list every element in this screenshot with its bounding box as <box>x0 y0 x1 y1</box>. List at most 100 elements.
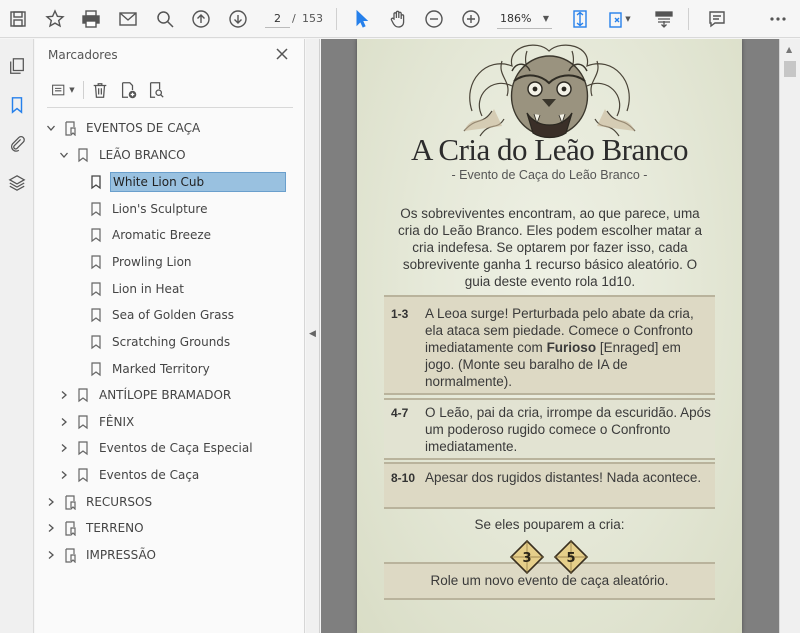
star-icon[interactable] <box>43 7 67 31</box>
bookmark-icon <box>76 414 90 430</box>
hand-tool-icon[interactable] <box>386 7 410 31</box>
event-range: 8-10 <box>391 471 416 485</box>
bookmark-label: Lion in Heat <box>112 282 184 296</box>
document-title: A Cria do Leão Branco <box>410 132 689 167</box>
document-viewport[interactable]: A Cria do Leão Branco - Evento de Caça d… <box>321 39 779 633</box>
pages-icon[interactable] <box>5 54 29 78</box>
select-cursor-icon[interactable] <box>349 7 373 31</box>
chevron-right-icon[interactable] <box>58 442 70 454</box>
bookmark-label: EVENTOS DE CAÇA <box>86 121 201 135</box>
comment-icon[interactable] <box>705 7 729 31</box>
page-number-input[interactable] <box>265 10 290 28</box>
bookmark-label: IMPRESSÃO <box>86 548 156 562</box>
new-bookmark-icon[interactable] <box>117 79 139 101</box>
bookmark-label: White Lion Cub <box>110 172 286 192</box>
trash-icon[interactable] <box>89 79 111 101</box>
chevron-right-icon[interactable] <box>58 416 70 428</box>
zoom-select[interactable]: 186% ▼ <box>497 9 552 29</box>
zoom-out-icon[interactable] <box>422 7 446 31</box>
bookmark-node[interactable]: Lion in Heat <box>89 278 186 300</box>
bookmark-label: TERRENO <box>86 521 144 535</box>
scroll-up-icon[interactable]: ▲ <box>786 45 792 54</box>
bookmark-icon <box>89 201 103 217</box>
bookmark-label: Lion's Sculpture <box>112 202 208 216</box>
chevron-right-icon[interactable] <box>58 469 70 481</box>
vertical-scrollbar[interactable]: ▲ <box>779 39 800 633</box>
chevron-right-icon[interactable] <box>58 389 70 401</box>
chevron-down-icon[interactable] <box>45 122 57 134</box>
scroll-mode-icon[interactable] <box>652 7 676 31</box>
fit-page-icon[interactable] <box>568 7 592 31</box>
next-page-icon[interactable] <box>226 7 250 31</box>
bookmark-node[interactable]: LEÃO BRANCO <box>58 144 188 166</box>
bookmark-node[interactable]: ANTÍLOPE BRAMADOR <box>58 384 233 406</box>
event-row: 1-3 A Leoa surge! Perturbada pelo abate … <box>384 295 715 395</box>
panel-title: Marcadores <box>48 48 118 62</box>
bookmark-icon <box>76 440 90 456</box>
chevron-right-icon[interactable] <box>45 496 57 508</box>
event-row: 4-7 O Leão, pai da cria, irrompe da escu… <box>384 398 715 460</box>
event-text: A Leoa surge! Perturbada pelo abate da c… <box>425 306 694 389</box>
search-icon[interactable] <box>153 7 177 31</box>
attachment-icon[interactable] <box>5 131 29 155</box>
toolbar: / 153 186% ▼ ▼ <box>0 0 800 38</box>
bookmark-icon <box>89 227 103 243</box>
document-intro: Os sobreviventes encontram, ao que parec… <box>398 206 702 289</box>
panel-splitter[interactable]: ◀ <box>306 39 320 633</box>
save-icon[interactable] <box>6 7 30 31</box>
bookmark-node[interactable]: TERRENO <box>45 517 146 539</box>
options-menu-icon[interactable]: ▼ <box>49 79 77 101</box>
bookmark-label: Aromatic Breeze <box>112 228 212 242</box>
bookmark-label: ANTÍLOPE BRAMADOR <box>99 388 232 402</box>
bookmark-icon <box>89 307 103 323</box>
document-subtitle: - Evento de Caça do Leão Branco - <box>451 168 648 182</box>
bookmark-icon <box>76 147 90 163</box>
bookmark-node[interactable]: Marked Territory <box>89 358 212 380</box>
chevron-right-icon[interactable] <box>45 522 57 534</box>
bookmarks-icon[interactable] <box>5 93 29 117</box>
bookmark-label: Sea of Golden Grass <box>112 308 235 322</box>
bookmarks-panel: Marcadores ▼ EVENTOS DE CAÇA LEÃO BRANCO… <box>35 39 305 633</box>
event-range: 4-7 <box>391 406 409 420</box>
die-icon: 5 <box>553 539 589 575</box>
bookmark-label: RECURSOS <box>86 495 153 509</box>
bookmark-icon <box>89 334 103 350</box>
layers-icon[interactable] <box>5 171 29 195</box>
bookmark-node[interactable]: Aromatic Breeze <box>89 224 213 246</box>
bookmark-node[interactable]: Sea of Golden Grass <box>89 304 236 326</box>
chevron-down-icon[interactable]: ▼ <box>623 7 633 31</box>
bookmark-group-icon <box>63 120 77 136</box>
bookmark-tools: ▼ <box>47 79 293 103</box>
document-page: A Cria do Leão Branco - Evento de Caça d… <box>357 39 742 633</box>
bookmark-node[interactable]: RECURSOS <box>45 491 154 513</box>
bookmark-group-icon <box>63 520 77 536</box>
bookmark-node[interactable]: Eventos de Caça Especial <box>58 437 255 459</box>
bookmark-node[interactable]: Scratching Grounds <box>89 331 232 353</box>
panel-divider <box>47 107 293 108</box>
bookmark-node[interactable]: Prowling Lion <box>89 251 194 273</box>
bookmark-search-icon[interactable] <box>145 79 167 101</box>
chevron-down-icon[interactable] <box>58 149 70 161</box>
more-options-icon[interactable] <box>766 7 790 31</box>
email-icon[interactable] <box>116 7 140 31</box>
event-text: Apesar dos rugidos distantes! Nada acont… <box>425 470 702 485</box>
chevron-right-icon[interactable] <box>45 549 57 561</box>
collapse-arrow-icon[interactable]: ◀ <box>309 329 316 339</box>
zoom-in-icon[interactable] <box>459 7 483 31</box>
toolbar-divider <box>336 8 337 30</box>
bookmark-node[interactable]: EVENTOS DE CAÇA <box>45 117 202 139</box>
bookmark-icon <box>76 467 90 483</box>
bookmark-node[interactable]: IMPRESSÃO <box>45 544 158 566</box>
toolbar-divider <box>688 8 689 30</box>
print-icon[interactable] <box>79 7 103 31</box>
bookmark-group-icon <box>63 547 77 563</box>
bookmark-node[interactable]: FÊNIX <box>58 411 136 433</box>
bookmark-node[interactable]: Eventos de Caça <box>58 464 201 486</box>
bookmark-node[interactable]: Lion's Sculpture <box>89 198 209 220</box>
bookmark-node[interactable]: White Lion Cub <box>89 171 286 193</box>
close-icon[interactable] <box>274 46 290 62</box>
die-icon: 3 <box>509 539 545 575</box>
side-rail <box>0 39 34 633</box>
scrollbar-thumb[interactable] <box>784 61 796 77</box>
previous-page-icon[interactable] <box>189 7 213 31</box>
